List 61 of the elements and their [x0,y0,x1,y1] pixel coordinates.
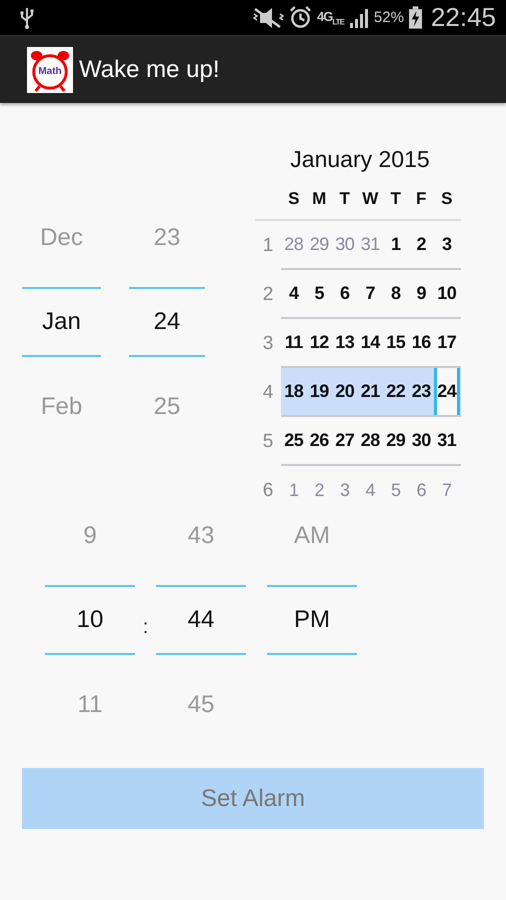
week-number: 3 [262,332,274,356]
calendar-day[interactable]: 4 [281,270,306,317]
battery-charging-icon [408,6,422,29]
usb-icon [20,6,34,28]
calendar-day[interactable]: 28 [358,417,383,464]
mute-icon [252,6,284,28]
weekday-label: T [338,188,351,208]
alarm-clock-icon [289,6,312,29]
calendar-day[interactable]: 1 [383,221,408,268]
calendar-day[interactable]: 23 [408,368,434,415]
calendar-day[interactable]: 20 [332,368,358,415]
week-number: 1 [262,234,274,258]
calendar-day[interactable]: 12 [306,319,332,366]
weekday-label: F [415,188,428,208]
calendar-day[interactable]: 16 [408,319,434,366]
calendar-title: January 2015 [289,145,431,174]
calendar-day[interactable]: 25 [281,417,306,464]
signal-icon [348,8,369,28]
calendar-day[interactable]: 17 [434,319,460,366]
picker-value[interactable]: 24 [154,308,180,336]
calendar-day[interactable]: 6 [332,270,358,317]
calendar-day[interactable]: 26 [306,417,332,464]
weekday-label: M [311,188,328,208]
calendar-day[interactable]: 5 [306,270,332,317]
calendar-day[interactable]: 14 [358,319,383,366]
picker-value[interactable]: 10 [76,606,104,634]
calendar-day[interactable]: 29 [383,417,408,464]
app-title: Wake me up! [79,56,220,84]
calendar-day[interactable]: 27 [332,417,358,464]
battery-percent: 52% [374,9,404,26]
clock-time: 22:45 [430,2,496,33]
calendar-day[interactable]: 10 [434,270,460,317]
calendar-day[interactable]: 7 [358,270,383,317]
calendar-day[interactable]: 24 [434,368,460,415]
calendar-day[interactable]: 19 [306,368,332,415]
calendar-day[interactable]: 9 [408,270,434,317]
week-number: 4 [262,380,274,404]
calendar-day[interactable]: 15 [383,319,408,366]
picker-value[interactable]: 44 [188,606,214,634]
logo-text: Math [38,66,62,77]
calendar-day[interactable]: 3 [434,221,460,268]
calendar-day[interactable]: 21 [358,368,383,415]
calendar-day[interactable]: 13 [332,319,358,366]
weekday-label: T [390,188,402,208]
calendar-day[interactable]: 31 [434,417,460,464]
calendar-day[interactable]: 8 [383,270,408,317]
week-number: 2 [262,282,274,306]
picker-value[interactable]: Jan [42,308,81,336]
calendar-day[interactable]: 11 [281,319,306,366]
time-separator: : [142,616,148,639]
calendar-day[interactable]: 30 [408,417,434,464]
calendar-day[interactable]: 2 [408,221,434,268]
weekday-label: W [361,188,380,208]
network-label: 4G$_{LTE}$ [317,8,344,26]
week-number: 5 [262,430,274,454]
calendar-day[interactable]: 22 [383,368,408,415]
weekday-label: S [440,188,454,208]
week-number: 6 [262,478,274,502]
calendar-day[interactable]: 18 [281,368,306,415]
picker-value[interactable]: PM [294,606,330,634]
weekday-label: S [287,188,300,208]
